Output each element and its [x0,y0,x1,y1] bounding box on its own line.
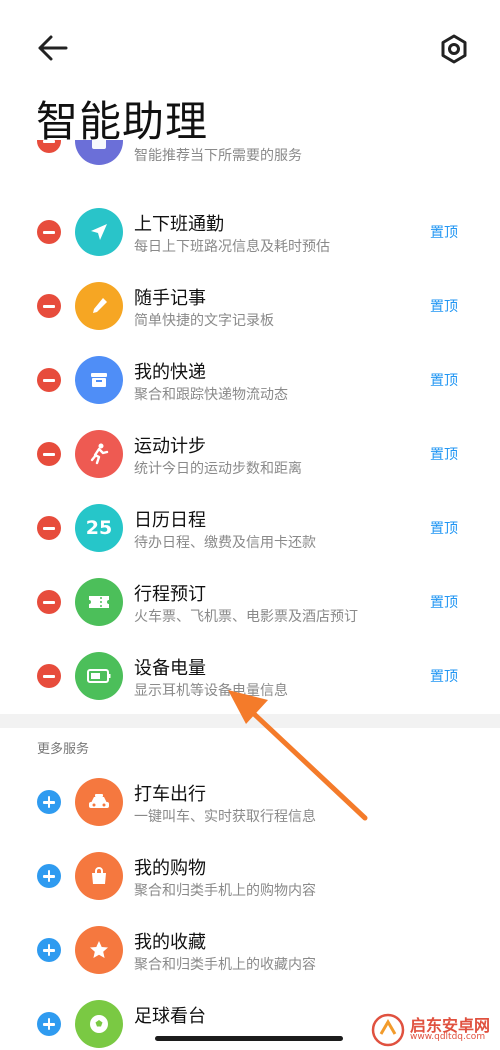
list-item-smart-suggestions[interactable]: 智能推荐当下所需要的服务 [0,140,500,196]
item-title: 我的收藏 [134,932,206,953]
navigation-arrow-icon [75,208,123,256]
list-item-shopping[interactable]: 我的购物 聚合和归类手机上的购物内容 [0,840,500,914]
item-subtitle: 每日上下班路况信息及耗时预估 [134,239,330,255]
item-title: 上下班通勤 [134,214,224,235]
soccer-ball-icon [75,1000,123,1048]
add-button[interactable] [37,938,61,962]
list-item-device-battery[interactable]: 设备电量 显示耳机等设备电量信息 置顶 [0,640,500,714]
pin-to-top-button[interactable]: 置顶 [430,370,458,390]
gear-icon [441,34,467,64]
item-title: 随手记事 [134,288,206,309]
home-indicator[interactable] [155,1036,343,1041]
item-title: 打车出行 [134,784,206,805]
pin-to-top-button[interactable]: 置顶 [430,222,458,242]
section-divider [0,714,500,728]
remove-button[interactable] [37,516,61,540]
watermark: 启东安卓网 www.qdltdq.com [370,1010,500,1050]
item-title: 行程预订 [134,584,206,605]
item-title: 日历日程 [134,510,206,531]
item-subtitle: 聚合和跟踪快递物流动态 [134,387,288,403]
remove-button[interactable] [37,368,61,392]
pin-to-top-button[interactable]: 置顶 [430,296,458,316]
list-item-notes[interactable]: 随手记事 简单快捷的文字记录板 置顶 [0,270,500,344]
item-subtitle: 统计今日的运动步数和距离 [134,461,302,477]
pin-to-top-button[interactable]: 置顶 [430,444,458,464]
suggestion-card-icon [75,140,123,165]
add-button[interactable] [37,790,61,814]
service-list: 智能推荐当下所需要的服务 上下班通勤 每日上下班路况信息及耗时预估 置顶 随手记… [0,140,500,1050]
back-arrow-icon [38,35,68,61]
top-bar [0,0,500,95]
remove-button[interactable] [37,140,61,153]
remove-button[interactable] [37,664,61,688]
list-item-favorites[interactable]: 我的收藏 聚合和归类手机上的收藏内容 [0,914,500,988]
item-subtitle: 聚合和归类手机上的购物内容 [134,883,316,899]
star-icon [75,926,123,974]
item-subtitle: 火车票、飞机票、电影票及酒店预订 [134,609,358,625]
calendar-icon: 25 [75,504,123,552]
item-title: 设备电量 [134,658,206,679]
pencil-icon [75,282,123,330]
item-subtitle: 一键叫车、实时获取行程信息 [134,809,316,825]
pin-to-top-button[interactable]: 置顶 [430,518,458,538]
remove-button[interactable] [37,590,61,614]
ticket-icon [75,578,123,626]
item-subtitle: 智能推荐当下所需要的服务 [134,148,302,164]
list-item-delivery[interactable]: 我的快递 聚合和跟踪快递物流动态 置顶 [0,344,500,418]
shopping-bag-icon [75,852,123,900]
list-item-booking[interactable]: 行程预订 火车票、飞机票、电影票及酒店预订 置顶 [0,566,500,640]
item-subtitle: 显示耳机等设备电量信息 [134,683,288,699]
running-person-icon [75,430,123,478]
add-button[interactable] [37,864,61,888]
item-subtitle: 简单快捷的文字记录板 [134,313,274,329]
list-item-taxi[interactable]: 打车出行 一键叫车、实时获取行程信息 [0,766,500,840]
remove-button[interactable] [37,442,61,466]
remove-button[interactable] [37,220,61,244]
back-button[interactable] [34,30,74,66]
more-services-label: 更多服务 [37,742,90,757]
watermark-url: www.qdltdq.com [410,1032,486,1042]
list-item-step-counter[interactable]: 运动计步 统计今日的运动步数和距离 置顶 [0,418,500,492]
item-subtitle: 待办日程、缴费及信用卡还款 [134,535,316,551]
pin-to-top-button[interactable]: 置顶 [430,666,458,686]
taxi-icon [75,778,123,826]
item-title: 我的快递 [134,362,206,383]
item-title: 运动计步 [134,436,206,457]
remove-button[interactable] [37,294,61,318]
settings-button[interactable] [434,30,474,68]
add-button[interactable] [37,1012,61,1036]
item-title: 足球看台 [134,1006,206,1027]
watermark-logo-icon [371,1013,405,1047]
pin-to-top-button[interactable]: 置顶 [430,592,458,612]
list-item-commute[interactable]: 上下班通勤 每日上下班路况信息及耗时预估 置顶 [0,196,500,270]
item-subtitle: 聚合和归类手机上的收藏内容 [134,957,316,973]
battery-icon [75,652,123,700]
package-icon [75,356,123,404]
calendar-date-text: 25 [85,517,113,539]
item-title: 我的购物 [134,858,206,879]
list-item-calendar[interactable]: 25 日历日程 待办日程、缴费及信用卡还款 置顶 [0,492,500,566]
